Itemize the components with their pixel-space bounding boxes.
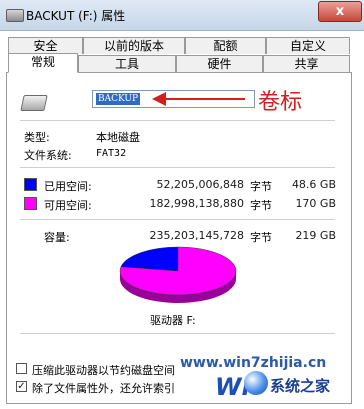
- tab-customize[interactable]: 自定义: [266, 37, 350, 54]
- used-space-size: 48.6 GB: [291, 178, 336, 191]
- tab-previous-versions[interactable]: 以前的版本: [83, 37, 185, 54]
- drive-icon: [6, 9, 24, 22]
- volume-name-value: BACKUP: [96, 93, 141, 105]
- divider: [20, 167, 335, 168]
- annotation-arrow-line: [165, 98, 245, 100]
- free-space-unit: 字节: [250, 199, 272, 212]
- divider: [20, 219, 335, 220]
- watermark-logo-icon: [244, 371, 268, 395]
- annotation-label: 卷标: [258, 90, 303, 115]
- used-space-unit: 字节: [250, 180, 272, 193]
- window-title: BACKUT (F:) 属性: [26, 9, 126, 23]
- compress-checkbox[interactable]: [16, 363, 27, 374]
- used-space-bytes: 52,205,006,848: [156, 178, 244, 191]
- index-label: 除了文件属性外，还允许索引: [32, 382, 175, 395]
- tab-sharing[interactable]: 共享: [263, 55, 350, 72]
- tab-general[interactable]: 常规: [8, 53, 78, 73]
- capacity-size: 219 GB: [295, 229, 336, 242]
- title-bar: BACKUT (F:) 属性 x: [0, 0, 364, 31]
- hard-drive-icon: [20, 95, 48, 111]
- free-space-swatch: [24, 197, 37, 210]
- type-label: 类型:: [24, 131, 50, 144]
- watermark-url: www.win7zhijia.cn: [180, 355, 327, 371]
- compress-label: 压缩此驱动器以节约磁盘空间: [32, 364, 175, 377]
- used-space-label: 已用空间:: [44, 180, 92, 193]
- free-space-size: 170 GB: [295, 197, 336, 210]
- drive-label: 驱动器 F:: [150, 314, 196, 327]
- pie-svg: [119, 246, 237, 303]
- tab-quota[interactable]: 配额: [185, 37, 266, 54]
- tab-hardware[interactable]: 硬件: [176, 55, 263, 72]
- filesystem-label: 文件系统:: [24, 149, 72, 162]
- checkmark-icon: ✓: [17, 381, 26, 392]
- capacity-unit: 字节: [250, 231, 272, 244]
- tab-tools[interactable]: 工具: [78, 55, 176, 72]
- free-space-label: 可用空间:: [44, 199, 92, 212]
- disk-usage-pie-chart: [117, 243, 239, 307]
- index-checkbox[interactable]: ✓: [16, 381, 27, 392]
- capacity-bytes: 235,203,145,728: [149, 229, 244, 242]
- free-space-bytes: 182,998,138,880: [149, 197, 244, 210]
- used-space-swatch: [24, 178, 37, 191]
- divider: [20, 333, 335, 334]
- close-button[interactable]: x: [318, 1, 362, 22]
- capacity-label: 容量:: [44, 231, 70, 244]
- annotation-arrow-head-icon: [152, 92, 166, 106]
- tab-security[interactable]: 安全: [8, 37, 83, 54]
- type-value: 本地磁盘: [96, 131, 140, 144]
- divider: [20, 120, 335, 121]
- filesystem-value: FAT32: [96, 148, 127, 159]
- watermark-logo-text: 系统之家: [270, 377, 331, 395]
